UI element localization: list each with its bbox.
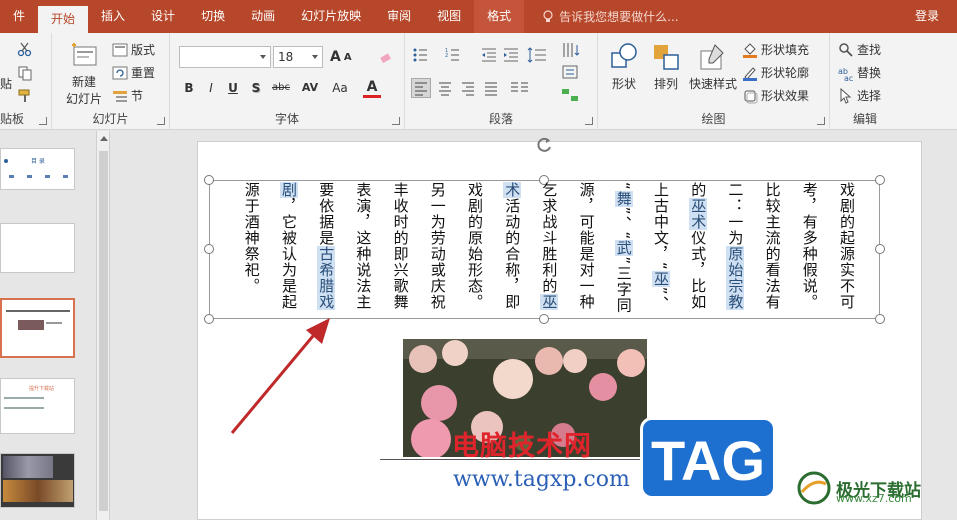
site-url: www.xz7.com <box>836 492 912 505</box>
tag-logo: TAG <box>640 417 776 499</box>
aurora-logo-icon <box>797 471 831 505</box>
site-logo: 极光下载站 www.xz7.com <box>796 470 921 506</box>
watermark-url: www.tagxp.com <box>453 467 630 492</box>
watermark-cn: 电脑技术网 <box>452 431 592 462</box>
